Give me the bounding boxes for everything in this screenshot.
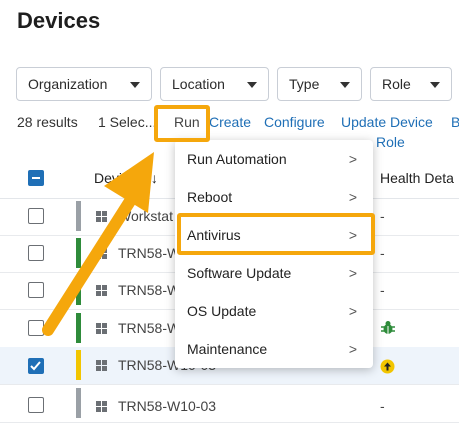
device-name[interactable]: TRN58-W10-03 [118, 398, 216, 414]
status-indicator [76, 388, 81, 418]
selected-count: 1 Selec... [98, 114, 157, 130]
column-header-device-label: Devic [94, 170, 130, 186]
device-name[interactable]: Workstat [118, 208, 173, 224]
chevron-right-icon: > [348, 189, 357, 205]
column-header-device[interactable]: Devic ↓ [94, 170, 158, 186]
windows-icon [96, 360, 108, 372]
menu-item-os-update[interactable]: OS Update > [175, 292, 373, 330]
filter-organization[interactable]: Organization [16, 67, 152, 101]
device-name[interactable]: TRN58-W [118, 282, 180, 298]
select-all-checkbox[interactable] [28, 170, 44, 186]
caret-down-icon [340, 82, 350, 88]
bug-icon [381, 321, 395, 334]
status-indicator [76, 350, 81, 380]
caret-down-icon [430, 82, 440, 88]
menu-item-label: Run Automation [187, 151, 287, 167]
row-checkbox[interactable] [28, 320, 44, 336]
filter-organization-label: Organization [28, 76, 108, 92]
menu-item-label: OS Update [187, 303, 257, 319]
device-name[interactable]: TRN58-W [118, 320, 180, 336]
filter-location[interactable]: Location [160, 67, 269, 101]
status-indicator [76, 201, 81, 231]
filter-type-label: Type [289, 76, 320, 92]
row-checkbox[interactable] [28, 282, 44, 298]
sort-down-icon: ↓ [150, 170, 158, 186]
row-checkbox[interactable] [28, 397, 44, 413]
antivirus-highlight [177, 213, 375, 255]
menu-item-label: Reboot [187, 189, 233, 205]
health-value: - [380, 208, 385, 224]
row-checkbox[interactable] [28, 358, 44, 374]
windows-icon [96, 248, 108, 260]
chevron-right-icon: > [348, 341, 357, 357]
column-header-health[interactable]: Health Deta [380, 170, 454, 186]
create-button[interactable]: Create [209, 114, 251, 130]
status-indicator [76, 313, 81, 343]
windows-icon [96, 211, 108, 223]
update-available-icon [380, 359, 395, 374]
more-actions-button[interactable]: B [451, 114, 459, 130]
row-checkbox[interactable] [28, 245, 44, 261]
minus-icon [32, 177, 40, 179]
status-indicator [76, 238, 81, 268]
windows-icon [96, 323, 108, 335]
device-name[interactable]: TRN58-W [118, 245, 180, 261]
windows-icon [96, 285, 108, 297]
filter-type[interactable]: Type [277, 67, 362, 101]
filter-location-label: Location [172, 76, 225, 92]
health-value: - [380, 245, 385, 261]
check-icon [30, 361, 41, 371]
caret-down-icon [130, 82, 140, 88]
status-indicator [76, 275, 81, 305]
table-row[interactable]: TRN58-W10-03 - [0, 385, 459, 423]
caret-down-icon [247, 82, 257, 88]
update-device-label: Update Device [341, 114, 433, 130]
menu-item-label: Software Update [187, 265, 292, 281]
chevron-right-icon: > [348, 265, 357, 281]
row-checkbox[interactable] [28, 208, 44, 224]
chevron-right-icon: > [348, 151, 357, 167]
menu-item-reboot[interactable]: Reboot > [175, 178, 373, 216]
results-count: 28 results [17, 114, 78, 130]
health-value: - [380, 282, 385, 298]
menu-item-run-automation[interactable]: Run Automation > [175, 140, 373, 178]
run-button-highlight [154, 105, 210, 142]
chevron-right-icon: > [348, 303, 357, 319]
menu-item-label: Maintenance [187, 341, 268, 357]
configure-button[interactable]: Configure [264, 114, 325, 130]
filter-role[interactable]: Role [370, 67, 452, 101]
health-value: - [380, 398, 385, 414]
page-title: Devices [17, 8, 101, 33]
windows-icon [96, 401, 108, 413]
menu-item-maintenance[interactable]: Maintenance > [175, 330, 373, 368]
menu-item-software-update[interactable]: Software Update > [175, 254, 373, 292]
update-device-role-label-line2: Role [376, 134, 405, 150]
filter-role-label: Role [382, 76, 411, 92]
update-device-role-button[interactable]: Update Device [341, 114, 433, 130]
